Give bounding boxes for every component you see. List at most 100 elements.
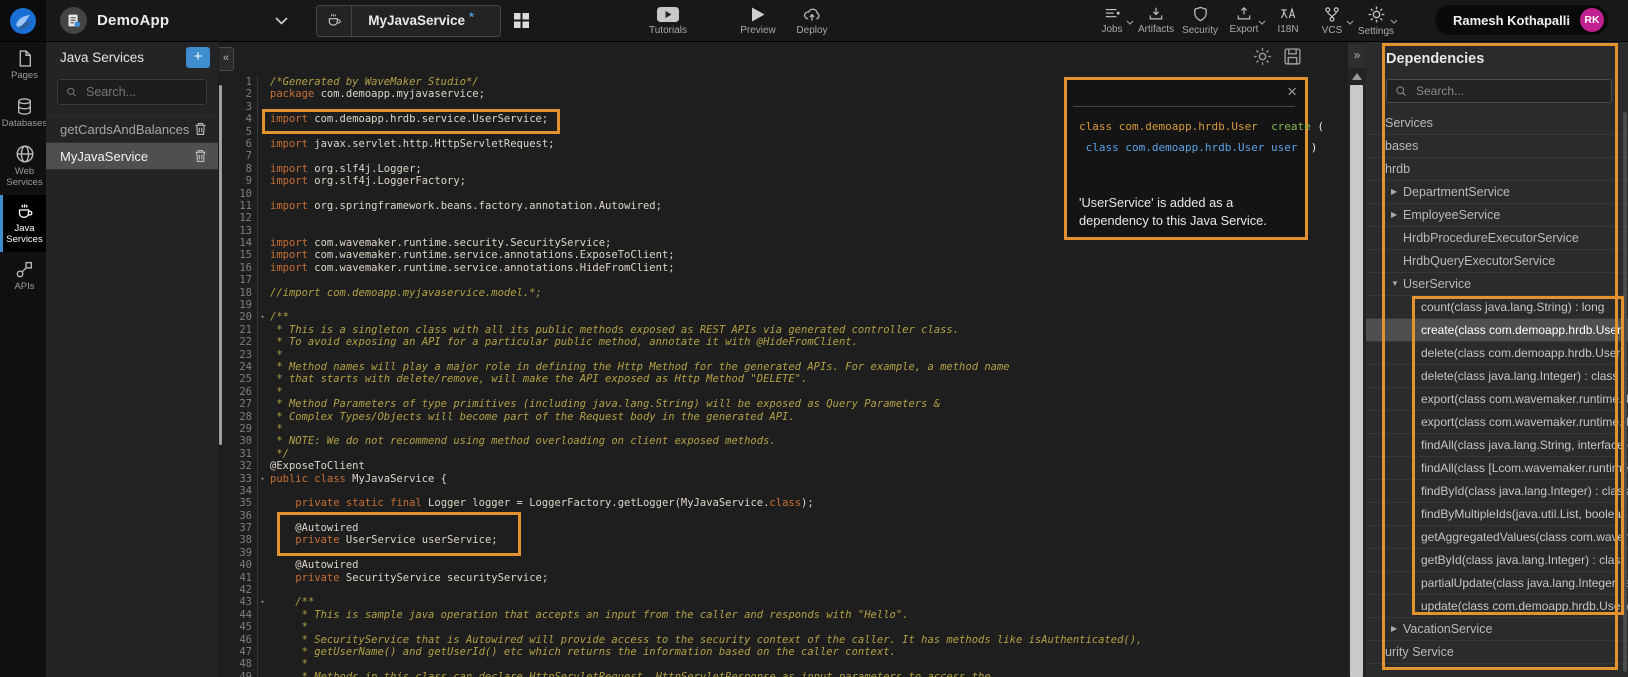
method-item-delete[interactable]: delete(class com.demoapp.hrdb.User) : vo… [1366, 342, 1628, 365]
code-text: package com.demoapp.myjavaservice; [267, 88, 485, 100]
method-item-update[interactable]: update(class com.demoapp.hrdb.User) : cl… [1366, 595, 1628, 618]
method-item-findall[interactable]: findAll(class [Lcom.wavemaker.runtime.da… [1366, 457, 1628, 480]
scroll-up-arrow-icon[interactable] [1352, 73, 1362, 80]
fold-gutter [258, 274, 267, 286]
security-button[interactable]: Security [1180, 6, 1220, 36]
export-button[interactable]: Export [1224, 6, 1264, 35]
method-item-findall[interactable]: findAll(class java.lang.String, interfac… [1366, 434, 1628, 457]
code-line: 24 * Method names will play a major role… [218, 361, 1348, 373]
fold-marker-icon[interactable]: ▾ [258, 311, 267, 323]
code-text: * SecurityService that is Autowired will… [267, 634, 1142, 646]
artifacts-button[interactable]: Artifacts [1136, 6, 1176, 35]
sidebar-item-pages[interactable]: Pages [0, 41, 46, 89]
sidebar-item-label: Web Services [3, 167, 46, 188]
tree-node-hrdb[interactable]: hrdb [1366, 158, 1628, 181]
sidebar-item-label: Java Services [3, 224, 46, 245]
security-icon [1192, 6, 1209, 23]
jobs-label: Jobs [1101, 24, 1122, 35]
expand-panel-button[interactable]: » [1348, 44, 1366, 68]
code-text: @ExposeToClient [267, 460, 365, 472]
tutorials-button[interactable]: Tutorials [648, 6, 688, 36]
jobs-icon [1102, 6, 1122, 22]
method-item-export[interactable]: export(class com.wavemaker.runtime.data. [1366, 411, 1628, 434]
chevron-expanded-icon[interactable]: ▼ [1391, 273, 1403, 295]
method-item-getbyid[interactable]: getById(class java.lang.Integer) : class… [1366, 549, 1628, 572]
line-number: 2 [218, 88, 258, 100]
tree-node-departmentservice[interactable]: ▶DepartmentService [1366, 181, 1628, 204]
code-token [270, 497, 295, 509]
add-service-button[interactable]: + [186, 47, 210, 68]
trash-icon[interactable] [193, 148, 208, 164]
code-text: * getUserName() and getUserId() etc whic… [267, 646, 896, 658]
method-item-delete[interactable]: delete(class java.lang.Integer) : class … [1366, 365, 1628, 388]
trash-icon[interactable] [193, 121, 208, 137]
signature-line: class com.demoapp.hrdb.User create ( [1079, 116, 1324, 137]
method-item-export[interactable]: export(class com.wavemaker.runtime.data. [1366, 388, 1628, 411]
fold-marker-icon[interactable]: ▾ [258, 473, 267, 485]
user-name: Ramesh Kothapalli [1453, 13, 1570, 28]
method-item-create[interactable]: create(class com.demoapp.hrdb.User) : cl… [1366, 319, 1628, 342]
tree-node-vacationservice[interactable]: ▶VacationService [1366, 618, 1628, 641]
tree-node-bases[interactable]: bases [1366, 135, 1628, 158]
chevron-down-icon [1258, 20, 1266, 25]
workspace-grid-icon[interactable] [509, 8, 535, 34]
chevron-collapsed-icon[interactable]: ▶ [1391, 181, 1403, 203]
code-token: private [295, 572, 339, 584]
line-number: 41 [218, 572, 258, 584]
service-name: MyJavaService [60, 149, 193, 164]
tree-node-label: DepartmentService [1403, 181, 1510, 203]
tree-node-hrdbqueryexecutorservice[interactable]: HrdbQueryExecutorService [1366, 250, 1628, 273]
services-search[interactable] [57, 79, 207, 105]
tree-node-employeeservice[interactable]: ▶EmployeeService [1366, 204, 1628, 227]
fold-gutter [258, 262, 267, 274]
sidebar-item-apis[interactable]: APIs [0, 252, 46, 300]
code-token: //import com.demoapp.myjavaservice.model… [270, 287, 542, 299]
service-item-myjavaservice[interactable]: MyJavaService [46, 142, 218, 170]
tab-myjavaservice[interactable]: MyJavaService* [316, 5, 501, 37]
tree-node-services[interactable]: Services [1366, 112, 1628, 135]
close-icon[interactable]: × [1287, 82, 1297, 102]
i18n-button[interactable]: I18N [1268, 6, 1308, 35]
wavemaker-logo[interactable] [0, 0, 46, 41]
tree-node-hrdbprocedureexecutorservice[interactable]: HrdbProcedureExecutorService [1366, 227, 1628, 250]
method-item-findbyid[interactable]: findById(class java.lang.Integer) : clas… [1366, 480, 1628, 503]
line-number: 44 [218, 609, 258, 621]
jobs-button[interactable]: Jobs [1092, 6, 1132, 35]
user-menu[interactable]: Ramesh Kothapalli RK [1435, 5, 1608, 35]
collapse-panel-button[interactable]: « [219, 47, 234, 71]
settings-button[interactable]: Settings [1356, 5, 1396, 37]
services-search-input[interactable] [84, 84, 198, 100]
code-token: * [270, 386, 283, 398]
service-item-getcardsandbalances[interactable]: getCardsAndBalances [46, 115, 218, 142]
dependencies-scrollbar[interactable] [1623, 112, 1627, 672]
fold-marker-icon[interactable]: ▾ [258, 596, 267, 608]
editor-settings-gear-icon[interactable] [1253, 47, 1272, 66]
chevron-collapsed-icon[interactable]: ▶ [1391, 204, 1403, 226]
chevron-collapsed-icon[interactable]: ▶ [1391, 618, 1403, 640]
fold-gutter [258, 373, 267, 385]
method-item-count[interactable]: count(class java.lang.String) : long [1366, 296, 1628, 319]
method-item-getaggregatedvalues[interactable]: getAggregatedValues(class com.wavemak [1366, 526, 1628, 549]
code-line: 16import com.wavemaker.runtime.service.a… [218, 262, 1348, 274]
preview-button[interactable]: Preview [738, 6, 778, 36]
method-item-partialupdate[interactable]: partialUpdate(class java.lang.Integer, j… [1366, 572, 1628, 595]
tree-node-urity-service[interactable]: urity Service [1366, 641, 1628, 664]
save-file-icon[interactable] [1283, 47, 1302, 66]
sidebar-item-java-services[interactable]: Java Services [0, 195, 46, 252]
deploy-button[interactable]: Deploy [792, 6, 832, 36]
editor-scrollbar-thumb[interactable] [1350, 85, 1363, 677]
dependencies-search-input[interactable] [1414, 83, 1568, 99]
code-line: 15import com.wavemaker.runtime.service.a… [218, 249, 1348, 261]
code-line: 30 * NOTE: We do not recommend using met… [218, 435, 1348, 447]
code-text: */ [267, 448, 289, 460]
sidebar-item-web-services[interactable]: Web Services [0, 136, 46, 195]
left-panel-scrollbar[interactable] [219, 85, 222, 445]
method-item-findbymultipleids[interactable]: findByMultipleIds(java.util.List, boolea… [1366, 503, 1628, 526]
chevron-down-icon[interactable] [275, 17, 288, 25]
sidebar-item-databases[interactable]: Databases [0, 89, 46, 137]
dependencies-search[interactable] [1386, 79, 1612, 103]
project-selector[interactable]: DemoApp [46, 7, 300, 34]
vcs-button[interactable]: VCS [1312, 6, 1352, 36]
tree-node-label: UserService [1403, 273, 1471, 295]
tree-node-userservice[interactable]: ▼UserService [1366, 273, 1628, 296]
